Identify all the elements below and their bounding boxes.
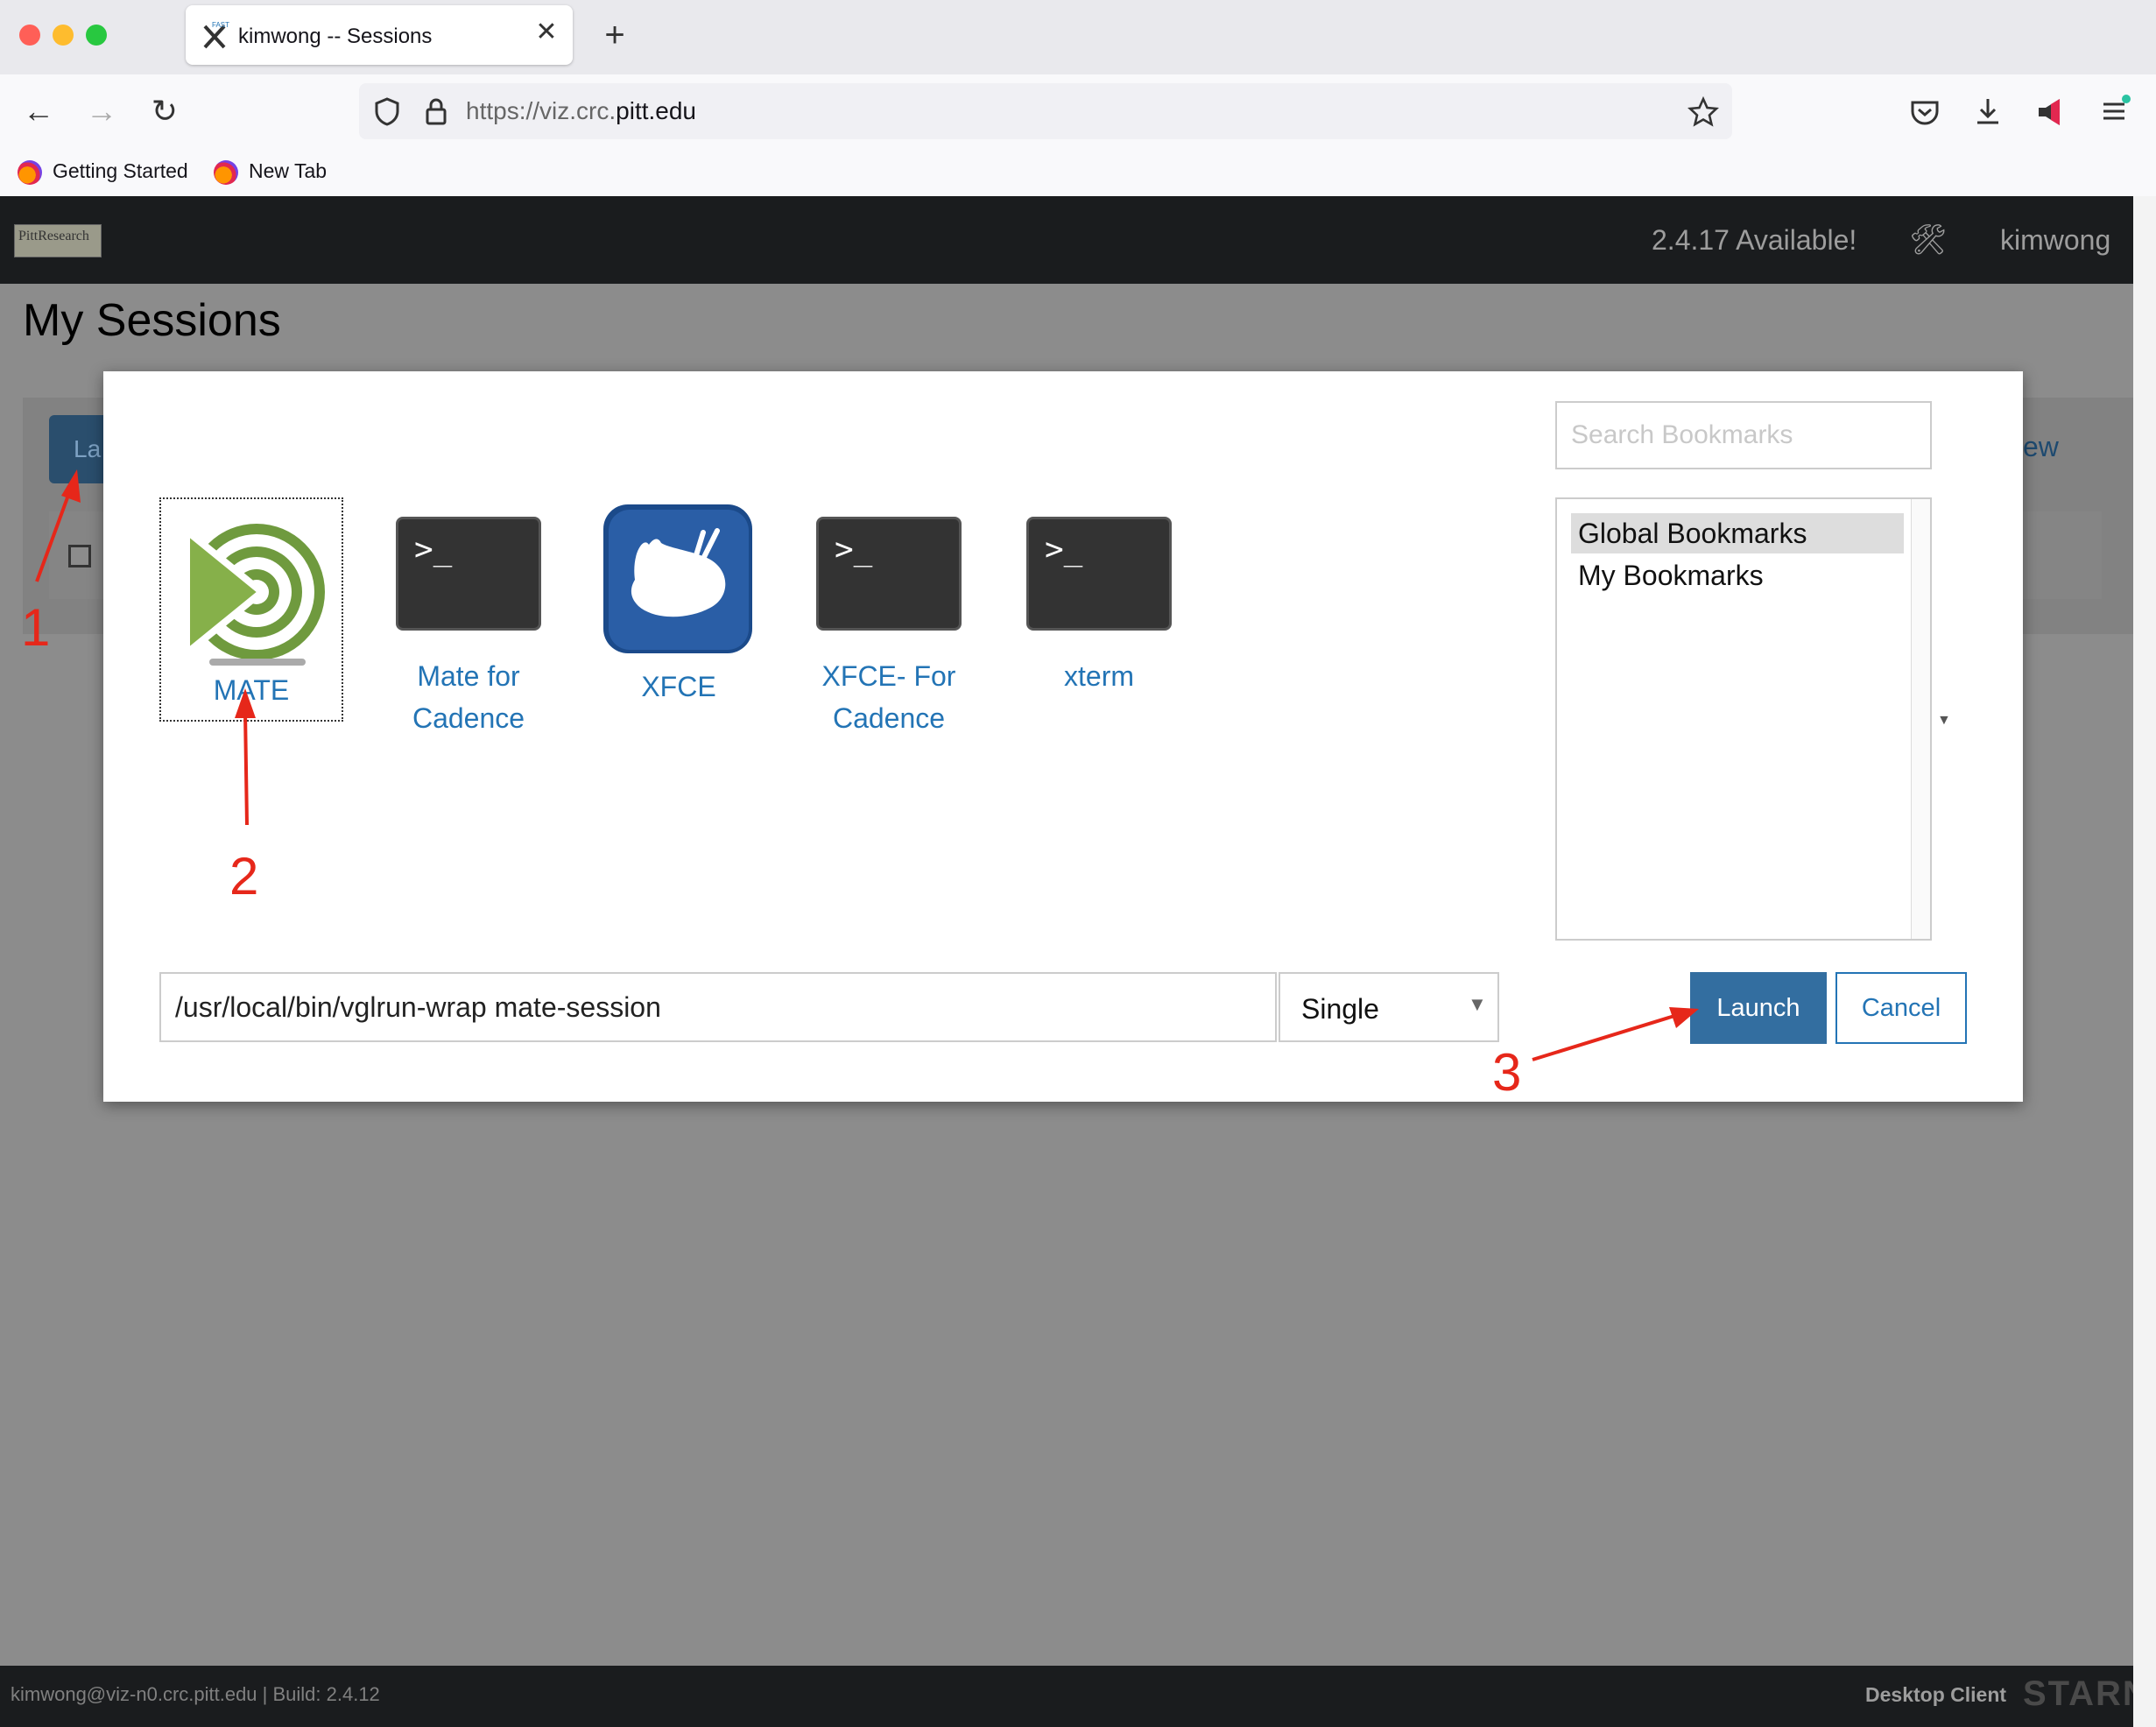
annotation-arrows [35,469,1699,1061]
annotation-label-2: 2 [229,847,259,906]
annotation-label-1: 1 [21,598,51,657]
annotation-label-3: 3 [1492,1043,1522,1102]
annotation-arrow-3 [1532,1007,1699,1061]
annotation-arrow-2 [235,688,256,826]
annotation-arrow-1 [35,469,81,582]
